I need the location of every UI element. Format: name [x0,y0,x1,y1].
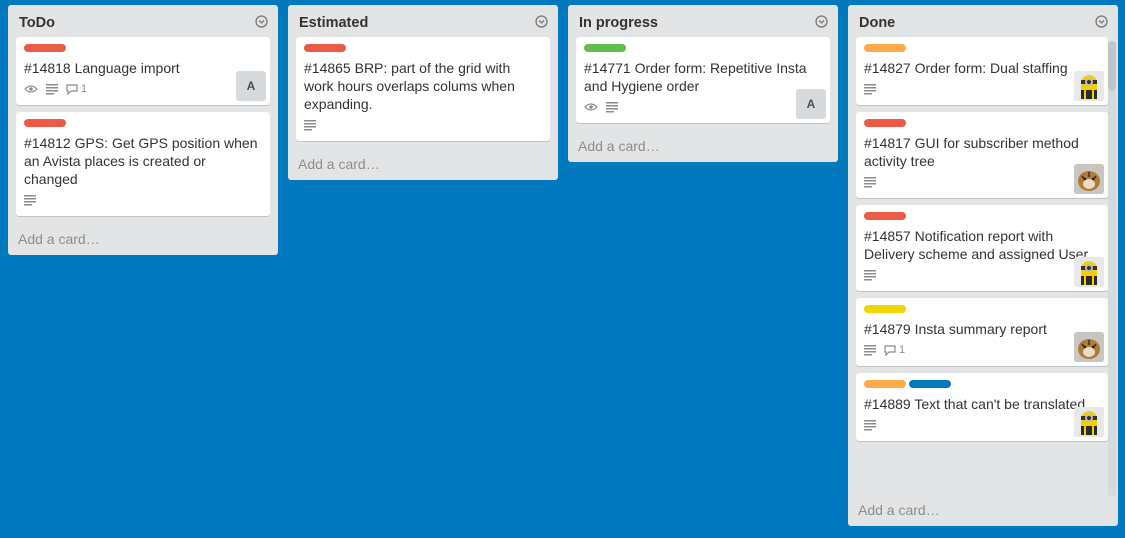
card-badges [24,192,262,208]
card[interactable]: #14879 Insta summary report 1 [856,298,1108,366]
card[interactable]: #14812 GPS: Get GPS position when an Avi… [16,112,270,216]
minion-avatar-icon[interactable] [1074,71,1104,101]
comment-icon [884,344,896,356]
eye-icon [24,84,38,94]
avatar[interactable]: A [236,71,266,101]
card-list: #14827 Order form: Dual staffing #14817 … [848,37,1118,494]
label-orange [864,44,906,52]
description-icon [864,269,876,281]
add-card-button[interactable]: Add a card… [288,148,558,180]
description-icon [864,419,876,431]
label-green [584,44,626,52]
card-title: #14827 Order form: Dual staffing [864,60,1068,76]
card-list: #14818 Language import 1 A #14812 GPS: G… [8,37,278,216]
list-in-progress: In progress #14771 Order form: Repetitiv… [568,5,838,162]
card[interactable]: #14857 Notification report with Delivery… [856,205,1108,291]
card-labels [864,119,1100,127]
card-badges [864,267,1100,283]
card-title: #14857 Notification report with Delivery… [864,228,1089,262]
description-icon [864,176,876,188]
label-red [864,212,906,220]
card-list: #14865 BRP: part of the grid with work h… [288,37,558,141]
chevron-down-icon[interactable] [535,15,548,28]
card[interactable]: #14818 Language import 1 A [16,37,270,105]
card-badges [304,117,542,133]
card[interactable]: #14817 GUI for subscriber method activit… [856,112,1108,198]
description-icon [606,101,618,113]
add-card-button[interactable]: Add a card… [8,223,278,255]
card-list: #14771 Order form: Repetitive Insta and … [568,37,838,123]
card-title: #14879 Insta summary report [864,321,1047,337]
list-title[interactable]: Estimated [299,15,368,31]
add-card-button[interactable]: Add a card… [848,494,1118,526]
minion-avatar-icon[interactable] [1074,407,1104,437]
card-title: #14818 Language import [24,60,180,76]
card-labels [584,44,822,52]
card-title: #14865 BRP: part of the grid with work h… [304,60,515,112]
list-title[interactable]: ToDo [19,15,55,31]
minion-avatar-icon[interactable] [1074,257,1104,287]
card-badges [584,99,822,115]
label-blue [909,380,951,388]
list-title[interactable]: In progress [579,15,658,31]
label-red [24,119,66,127]
description-icon [304,119,316,131]
card[interactable]: #14771 Order form: Repetitive Insta and … [576,37,830,123]
list-title[interactable]: Done [859,15,895,31]
description-icon [46,83,58,95]
description-icon [864,344,876,356]
scrollbar[interactable] [1108,41,1116,496]
list-estimated: Estimated #14865 BRP: part of the grid w… [288,5,558,180]
comment-icon [66,83,78,95]
card-labels [864,44,1100,52]
card[interactable]: #14827 Order form: Dual staffing [856,37,1108,105]
card-labels [864,380,1100,388]
card-badges: 1 [24,81,262,97]
tiger-avatar-icon[interactable] [1074,332,1104,362]
label-red [304,44,346,52]
card[interactable]: #14889 Text that can't be translated [856,373,1108,441]
list-header: In progress [568,5,838,37]
card-badges [864,174,1100,190]
label-red [864,119,906,127]
comment-count: 1 [81,83,88,95]
comment-badge: 1 [884,344,905,356]
chevron-down-icon[interactable] [1095,15,1108,28]
label-orange [864,380,906,388]
list-todo: ToDo #14818 Language import 1 A #14812 G… [8,5,278,255]
card-title: #14812 GPS: Get GPS position when an Avi… [24,135,258,187]
label-yellow [864,305,906,313]
comment-count: 1 [899,344,906,356]
chevron-down-icon[interactable] [255,15,268,28]
card-badges: 1 [864,342,1100,358]
list-header: Done [848,5,1118,37]
card-labels [24,44,262,52]
add-card-button[interactable]: Add a card… [568,130,838,162]
scrollbar-thumb[interactable] [1108,41,1116,91]
list-done: Done #14827 Order form: Dual staffing #1… [848,5,1118,526]
list-header: ToDo [8,5,278,37]
description-icon [864,83,876,95]
card-labels [864,305,1100,313]
eye-icon [584,102,598,112]
card[interactable]: #14865 BRP: part of the grid with work h… [296,37,550,141]
card-badges [864,417,1100,433]
card-title: #14817 GUI for subscriber method activit… [864,135,1079,169]
card-labels [864,212,1100,220]
comment-badge: 1 [66,83,87,95]
card-title: #14889 Text that can't be translated [864,396,1086,412]
tiger-avatar-icon[interactable] [1074,164,1104,194]
card-labels [304,44,542,52]
avatar[interactable]: A [796,89,826,119]
label-red [24,44,66,52]
card-title: #14771 Order form: Repetitive Insta and … [584,60,807,94]
card-labels [24,119,262,127]
description-icon [24,194,36,206]
chevron-down-icon[interactable] [815,15,828,28]
list-header: Estimated [288,5,558,37]
card-badges [864,81,1100,97]
